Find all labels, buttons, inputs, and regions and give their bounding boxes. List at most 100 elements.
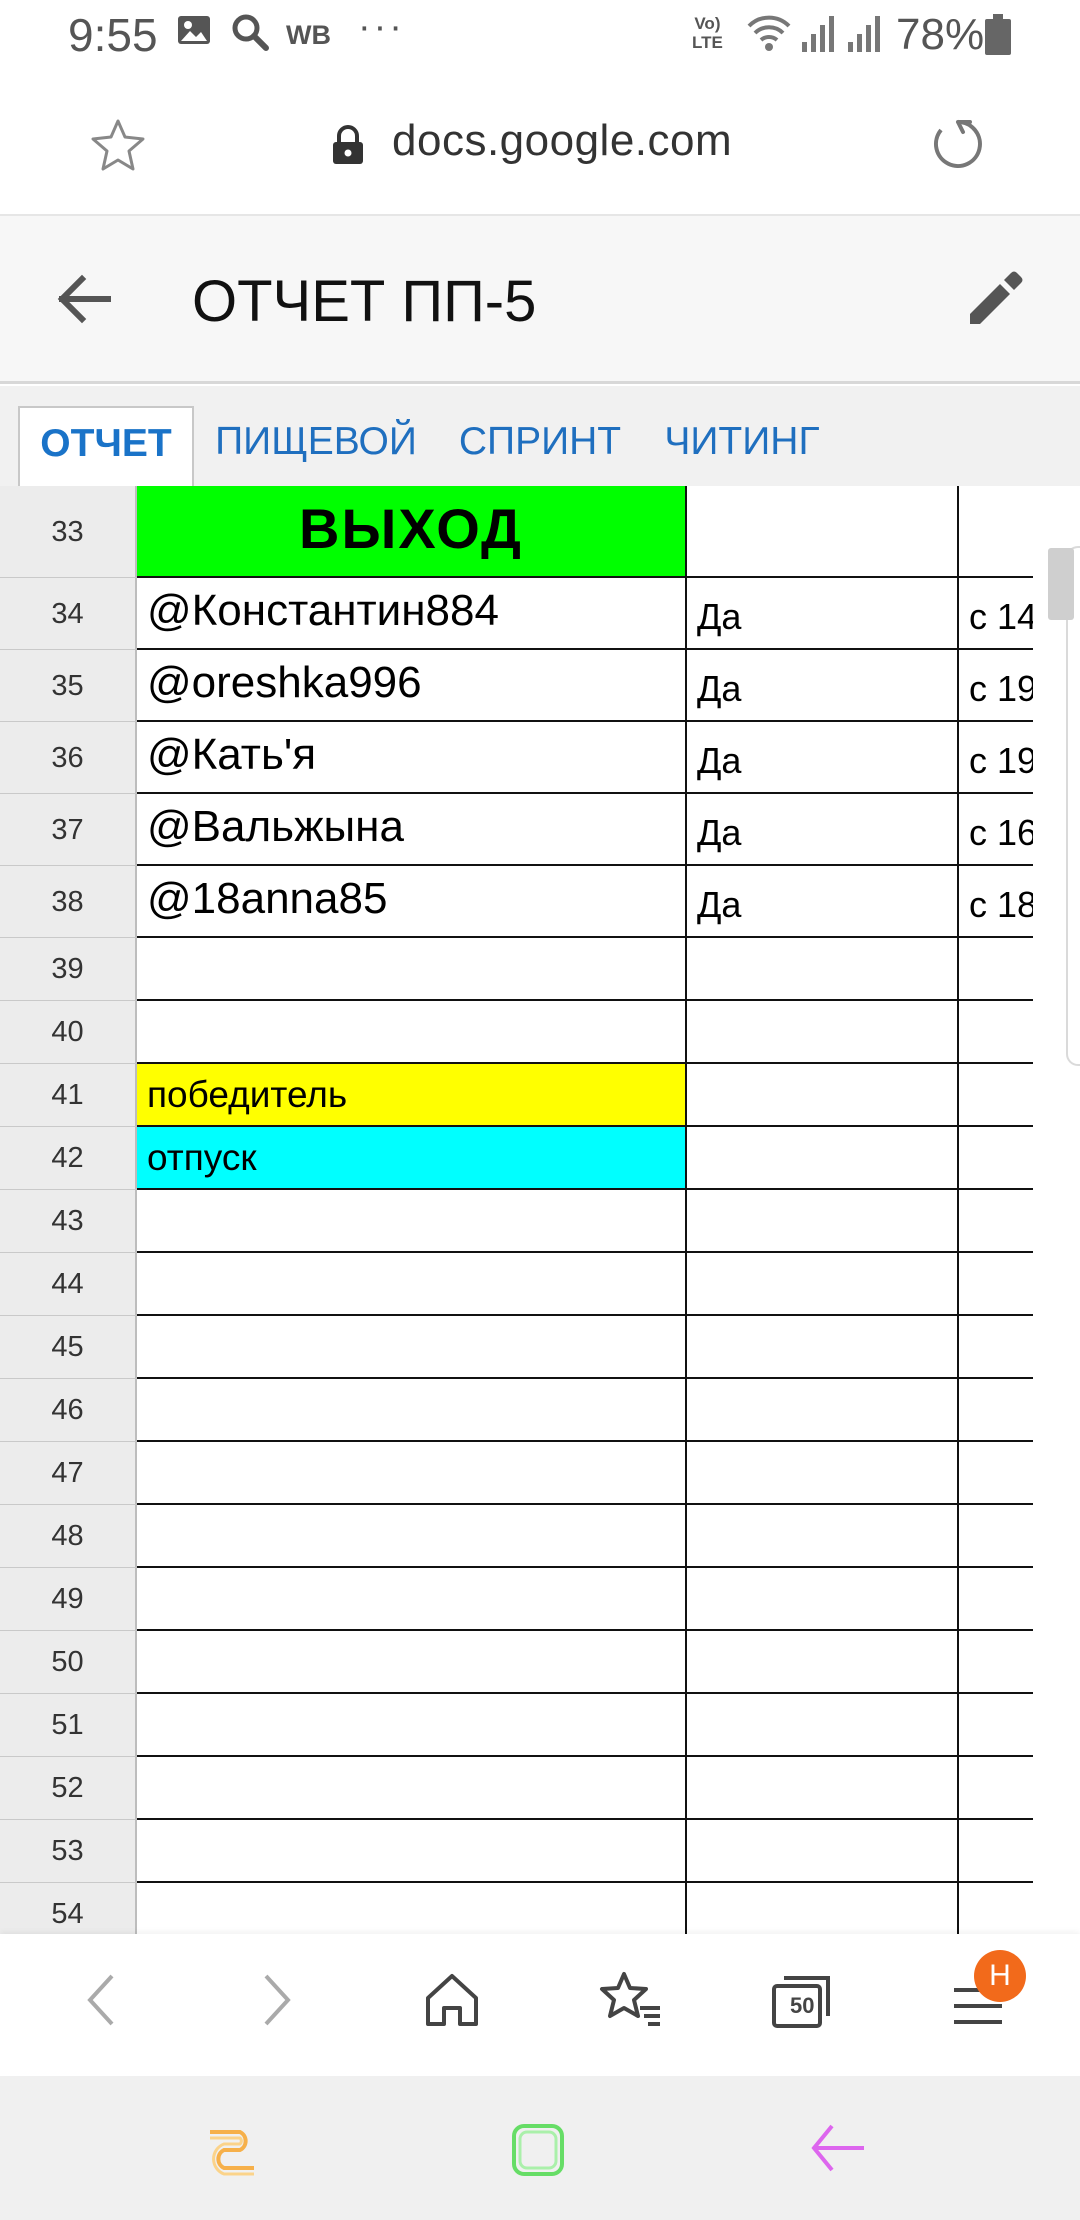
cell-a[interactable]: [137, 938, 687, 1001]
cell-b[interactable]: [687, 1064, 959, 1127]
cell-c[interactable]: [959, 1820, 1033, 1883]
cell-a[interactable]: [137, 1631, 687, 1694]
row-header[interactable]: 43: [0, 1190, 137, 1253]
bookmark-star-icon[interactable]: [90, 118, 146, 177]
cell-a[interactable]: [137, 1694, 687, 1757]
row-header[interactable]: 45: [0, 1316, 137, 1379]
reload-icon[interactable]: [930, 116, 986, 177]
cell-a[interactable]: отпуск: [137, 1127, 687, 1190]
row-header[interactable]: 39: [0, 938, 137, 1001]
cell-c[interactable]: [959, 1694, 1033, 1757]
row-header[interactable]: 34: [0, 578, 137, 650]
cell-c[interactable]: [959, 1064, 1033, 1127]
cell-c[interactable]: [959, 1127, 1033, 1190]
row-header[interactable]: 47: [0, 1442, 137, 1505]
cell-a[interactable]: [137, 1505, 687, 1568]
browser-forward-icon[interactable]: [254, 1968, 298, 2037]
row-header[interactable]: 35: [0, 650, 137, 722]
row-header[interactable]: 48: [0, 1505, 137, 1568]
cell-b[interactable]: [687, 1631, 959, 1694]
cell-b[interactable]: [687, 1316, 959, 1379]
cell-c[interactable]: [959, 1568, 1033, 1631]
cell-b[interactable]: Да: [687, 650, 959, 722]
tab-otchet[interactable]: ОТЧЕТ: [18, 406, 194, 486]
scroll-track[interactable]: [1066, 546, 1080, 1066]
cell-a[interactable]: [137, 1379, 687, 1442]
cell-a[interactable]: ВЫХОД: [137, 486, 687, 578]
cell-c[interactable]: [959, 1631, 1033, 1694]
cell-b[interactable]: [687, 1127, 959, 1190]
cell-c[interactable]: с 19: [959, 722, 1033, 794]
cell-c[interactable]: [959, 1253, 1033, 1316]
edit-pencil-icon[interactable]: [964, 268, 1024, 333]
tabs-icon[interactable]: 50: [770, 1968, 836, 2037]
cell-c[interactable]: [959, 1001, 1033, 1064]
scrollbar-thumb[interactable]: [1048, 548, 1074, 620]
cell-b[interactable]: [687, 1694, 959, 1757]
cell-a[interactable]: @Вальжына: [137, 794, 687, 866]
row-header[interactable]: 37: [0, 794, 137, 866]
row-header[interactable]: 36: [0, 722, 137, 794]
cell-b[interactable]: [687, 1442, 959, 1505]
bookmarks-icon[interactable]: [596, 1968, 664, 2037]
cell-c[interactable]: [959, 1316, 1033, 1379]
cell-a[interactable]: [137, 1316, 687, 1379]
cell-a[interactable]: @Кать'я: [137, 722, 687, 794]
cell-b[interactable]: Да: [687, 794, 959, 866]
cell-c[interactable]: [959, 1883, 1033, 1934]
cell-c[interactable]: с 16: [959, 794, 1033, 866]
cell-c[interactable]: [959, 486, 1033, 578]
cell-b[interactable]: [687, 486, 959, 578]
back-button-icon[interactable]: [808, 2120, 868, 2181]
row-header[interactable]: 49: [0, 1568, 137, 1631]
cell-a[interactable]: [137, 1568, 687, 1631]
cell-b[interactable]: [687, 1001, 959, 1064]
cell-b[interactable]: [687, 938, 959, 1001]
cell-b[interactable]: [687, 1883, 959, 1934]
cell-c[interactable]: с 19: [959, 650, 1033, 722]
cell-a[interactable]: [137, 1442, 687, 1505]
cell-a[interactable]: [137, 1001, 687, 1064]
row-header[interactable]: 46: [0, 1379, 137, 1442]
cell-b[interactable]: [687, 1190, 959, 1253]
cell-a[interactable]: @oreshka996: [137, 650, 687, 722]
cell-c[interactable]: [959, 1190, 1033, 1253]
home-icon[interactable]: [420, 1968, 484, 2037]
cell-a[interactable]: @Константин884: [137, 578, 687, 650]
cell-b[interactable]: [687, 1505, 959, 1568]
browser-back-icon[interactable]: [80, 1968, 124, 2037]
row-header[interactable]: 53: [0, 1820, 137, 1883]
cell-c[interactable]: [959, 1442, 1033, 1505]
row-header[interactable]: 41: [0, 1064, 137, 1127]
cell-a[interactable]: [137, 1190, 687, 1253]
row-header[interactable]: 44: [0, 1253, 137, 1316]
back-arrow-icon[interactable]: [56, 274, 112, 329]
row-header[interactable]: 52: [0, 1757, 137, 1820]
url-text[interactable]: docs.google.com: [392, 116, 732, 166]
row-header[interactable]: 38: [0, 866, 137, 938]
tab-chiting[interactable]: ЧИТИНГ: [652, 406, 832, 486]
cell-c[interactable]: [959, 1379, 1033, 1442]
tab-pishchevoy[interactable]: ПИЩЕВОЙ: [206, 406, 426, 486]
cell-b[interactable]: Да: [687, 578, 959, 650]
cell-b[interactable]: [687, 1379, 959, 1442]
cell-a[interactable]: победитель: [137, 1064, 687, 1127]
spreadsheet-grid[interactable]: 33 ВЫХОД 34 @Константин884 Да с 14 35 @oreshka9…: [0, 486, 1080, 1934]
cell-a[interactable]: [137, 1757, 687, 1820]
cell-c[interactable]: с 18: [959, 866, 1033, 938]
row-header[interactable]: 40: [0, 1001, 137, 1064]
cell-c[interactable]: [959, 1505, 1033, 1568]
cell-c[interactable]: [959, 938, 1033, 1001]
cell-a[interactable]: [137, 1883, 687, 1934]
cell-b[interactable]: Да: [687, 722, 959, 794]
cell-c[interactable]: [959, 1757, 1033, 1820]
row-header[interactable]: 50: [0, 1631, 137, 1694]
cell-a[interactable]: [137, 1820, 687, 1883]
cell-b[interactable]: [687, 1820, 959, 1883]
tab-sprint[interactable]: СПРИНТ: [452, 406, 628, 486]
cell-b[interactable]: [687, 1757, 959, 1820]
home-button-icon[interactable]: [508, 2120, 568, 2185]
cell-a[interactable]: [137, 1253, 687, 1316]
recent-apps-icon[interactable]: [204, 2120, 260, 2181]
cell-c[interactable]: с 14: [959, 578, 1033, 650]
